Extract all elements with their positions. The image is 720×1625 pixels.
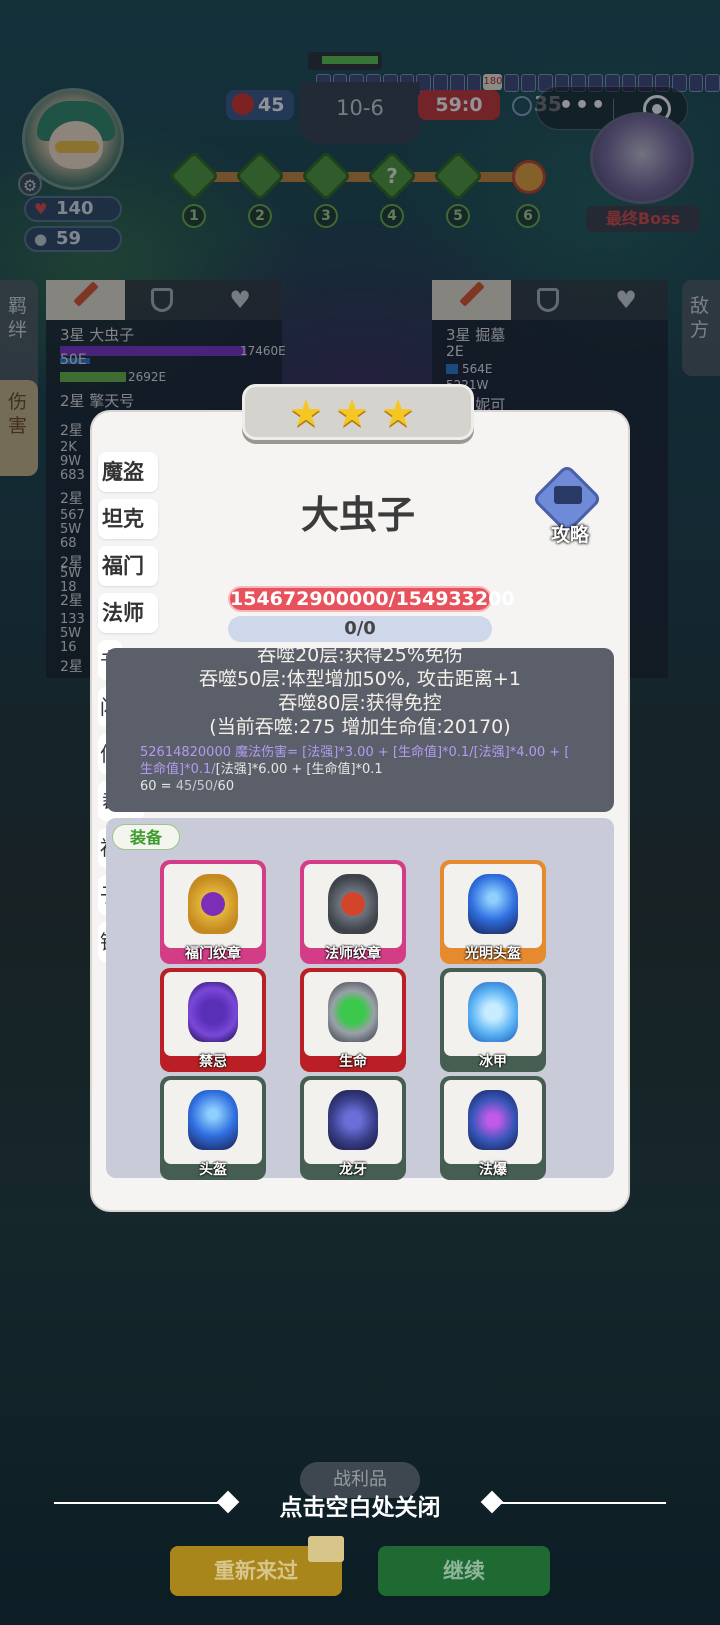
close-hint[interactable]: 点击空白处关闭: [0, 1488, 720, 1521]
skill-line: (当前吞噬:275 增加生命值:20170): [209, 716, 511, 738]
skill-line: 吞噬50层:体型增加50%, 攻击距离+1: [199, 668, 521, 690]
damage-formula: 52614820000 魔法伤害= [法强]*3.00 + [生命值]*0.1/…: [140, 745, 570, 794]
guide-button[interactable]: 攻略: [531, 463, 608, 546]
equip-name: 法爆: [479, 1162, 507, 1178]
equip-name: 生命: [339, 1054, 367, 1070]
skill-description: 吞噬20层:获得25%免伤 吞噬50层:体型增加50%, 攻击距离+1 吞噬80…: [106, 648, 614, 812]
equip-name: 福门纹章: [185, 946, 241, 962]
guide-label: 攻略: [550, 524, 589, 546]
star-rating: ★ ★ ★: [242, 384, 474, 440]
tab-category[interactable]: 法师: [98, 593, 158, 633]
tab-category[interactable]: 魔盗: [98, 452, 158, 492]
diamond-icon: [216, 1490, 240, 1514]
continue-button[interactable]: 继续: [378, 1546, 550, 1596]
hero-mp-bar: 0/0: [228, 616, 492, 642]
graduation-cap-icon: [554, 486, 582, 504]
tab-category[interactable]: 福门: [98, 546, 158, 586]
equip-slot[interactable]: 光明头盔: [440, 860, 546, 964]
equip-slot[interactable]: 禁忌: [160, 968, 266, 1072]
equip-slot[interactable]: 法师纹章: [300, 860, 406, 964]
equip-name: 头盔: [199, 1162, 227, 1178]
equipment-label: 装备: [112, 824, 180, 850]
continue-label: 继续: [443, 1559, 485, 1583]
equip-name: 龙牙: [339, 1162, 367, 1178]
hero-hp-bar: 154672900000/154933200: [228, 586, 515, 612]
equip-name: 禁忌: [199, 1054, 227, 1070]
star-icon: ★: [335, 391, 370, 435]
equip-name: 冰甲: [479, 1054, 507, 1070]
equip-slot[interactable]: 冰甲: [440, 968, 546, 1072]
retry-label: 重新来过: [214, 1559, 298, 1583]
tab-category[interactable]: 坦克: [98, 499, 158, 539]
equip-slot[interactable]: 法爆: [440, 1076, 546, 1180]
hero-name: 大虫子: [300, 493, 415, 537]
equip-slot[interactable]: 龙牙: [300, 1076, 406, 1180]
star-icon: ★: [289, 391, 324, 435]
video-icon: [308, 1536, 344, 1562]
equip-name: 光明头盔: [465, 946, 521, 962]
star-icon: ★: [381, 391, 416, 435]
equip-name: 法师纹章: [325, 946, 381, 962]
skill-line: 吞噬80层:获得免控: [278, 692, 442, 714]
equip-slot[interactable]: 福门纹章: [160, 860, 266, 964]
equip-slot[interactable]: 生命: [300, 968, 406, 1072]
retry-button[interactable]: 重新来过: [170, 1536, 344, 1596]
equip-slot[interactable]: 头盔: [160, 1076, 266, 1180]
close-hint-text: 点击空白处关闭: [279, 1495, 441, 1521]
